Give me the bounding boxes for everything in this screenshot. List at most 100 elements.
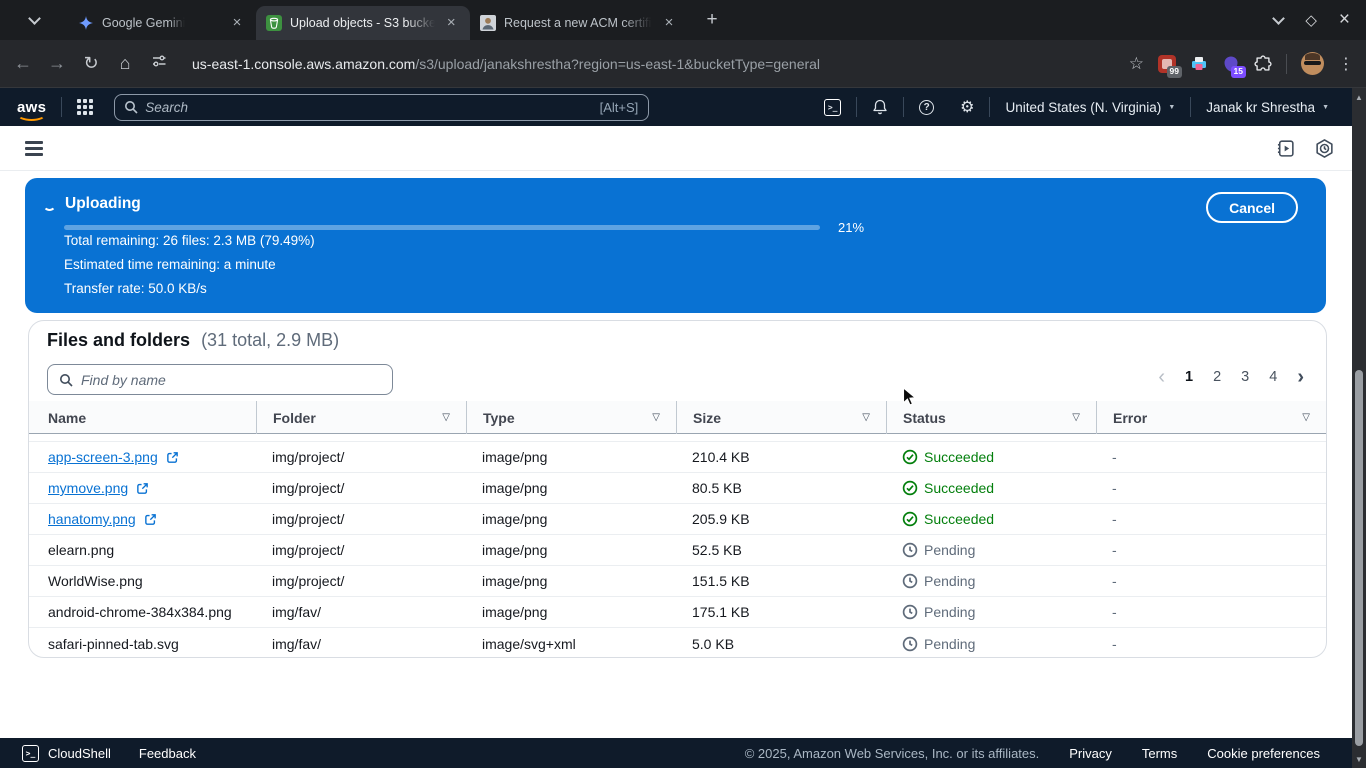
site-settings-icon[interactable] <box>142 53 176 74</box>
profile-avatar[interactable] <box>1301 52 1324 75</box>
scrollbar-thumb[interactable] <box>1355 370 1363 746</box>
extension-icon-2[interactable] <box>1190 55 1208 73</box>
file-name-link[interactable]: app-screen-3.png <box>48 449 158 465</box>
feedback-link[interactable]: Feedback <box>139 746 196 761</box>
privacy-link[interactable]: Privacy <box>1069 746 1112 761</box>
file-name-cell[interactable]: safari-pinned-tab.svg <box>29 636 256 652</box>
url-path: /s3/upload/janakshrestha?region=us-east-… <box>415 56 820 72</box>
filter-icon[interactable]: ▽ <box>1072 412 1080 423</box>
settings-gear-icon[interactable]: ⚙ <box>947 97 987 117</box>
window-close-icon[interactable]: × <box>1339 9 1350 31</box>
close-tab-icon[interactable]: × <box>443 14 460 32</box>
file-name-link[interactable]: mymove.png <box>48 480 128 496</box>
extensions-puzzle-icon[interactable] <box>1254 55 1272 73</box>
browser-menu-icon[interactable]: ⋮ <box>1338 54 1354 74</box>
new-tab-button[interactable]: + <box>698 6 726 34</box>
status-label: Pending <box>924 604 975 620</box>
file-name-cell[interactable]: elearn.png <box>29 542 256 558</box>
status-cell: Pending <box>886 636 1096 652</box>
account-menu[interactable]: Janak kr Shrestha▼ <box>1193 100 1342 115</box>
search-icon <box>124 100 138 114</box>
help-icon[interactable]: ? <box>906 100 947 115</box>
type-cell: image/png <box>466 542 676 558</box>
error-cell: - <box>1096 511 1326 527</box>
folder-cell: img/fav/ <box>256 636 466 652</box>
page-3[interactable]: 3 <box>1241 369 1249 385</box>
tab-google-gemini[interactable]: Google Gemini × <box>68 6 256 40</box>
file-name-link[interactable]: hanatomy.png <box>48 511 136 527</box>
extension-icon-3[interactable]: 15 <box>1222 55 1240 73</box>
file-name-cell[interactable]: hanatomy.png <box>29 511 256 527</box>
tab-acm-certificate[interactable]: Request a new ACM certific × <box>470 6 688 40</box>
status-cell: Succeeded <box>886 511 1096 527</box>
page-1[interactable]: 1 <box>1185 369 1193 385</box>
close-tab-icon[interactable]: × <box>228 14 246 32</box>
folder-cell: img/project/ <box>256 542 466 558</box>
hexagon-clock-icon[interactable] <box>1314 138 1335 164</box>
page-4[interactable]: 4 <box>1269 369 1277 385</box>
file-name-link: android-chrome-384x384.png <box>48 604 232 620</box>
scroll-up-icon[interactable]: ▲ <box>1352 90 1366 104</box>
region-selector[interactable]: United States (N. Virginia)▼ <box>992 100 1188 115</box>
services-grid-icon[interactable] <box>77 99 93 115</box>
table-row: android-chrome-384x384.png img/fav/ imag… <box>29 597 1326 628</box>
aws-search-box[interactable]: [Alt+S] <box>114 94 649 121</box>
type-cell: image/png <box>466 604 676 620</box>
prev-page-icon[interactable]: ‹ <box>1158 370 1165 384</box>
filter-icon[interactable]: ▽ <box>442 412 450 423</box>
extension-icon-1[interactable]: 99 <box>1158 55 1176 73</box>
s3-page-toolbar <box>0 126 1366 171</box>
reload-icon[interactable]: ↻ <box>74 53 108 74</box>
browser-toolbar: ← → ↻ ⌂ us-east-1.console.aws.amazon.com… <box>0 40 1366 88</box>
file-name-cell[interactable]: WorldWise.png <box>29 573 256 589</box>
section-title: Files and folders <box>47 330 190 350</box>
filter-input[interactable] <box>81 372 392 388</box>
cloudshell-icon[interactable]: >_ <box>811 99 854 116</box>
error-cell: - <box>1096 480 1326 496</box>
aws-search-input[interactable] <box>145 100 599 115</box>
file-name-cell[interactable]: mymove.png <box>29 480 256 496</box>
person-favicon-icon <box>480 15 496 31</box>
url-bar[interactable]: us-east-1.console.aws.amazon.com/s3/uplo… <box>192 56 820 72</box>
window-minimize-icon[interactable] <box>1272 12 1285 25</box>
aws-logo[interactable]: aws <box>17 99 46 116</box>
error-cell: - <box>1096 604 1326 620</box>
file-name-cell[interactable]: android-chrome-384x384.png <box>29 604 256 620</box>
home-icon[interactable]: ⌂ <box>108 53 142 74</box>
tab-search-button[interactable] <box>14 3 54 37</box>
filter-icon[interactable]: ▽ <box>862 412 870 423</box>
filter-icon[interactable]: ▽ <box>1302 412 1310 423</box>
cloudshell-footer-button[interactable]: >_ CloudShell <box>22 745 111 762</box>
size-cell: 151.5 KB <box>676 573 886 589</box>
page-scrollbar[interactable]: ▲ ▼ <box>1352 88 1366 768</box>
filter-box[interactable] <box>47 364 393 395</box>
notifications-bell-icon[interactable] <box>859 99 901 115</box>
folder-cell: img/fav/ <box>256 604 466 620</box>
file-name-link: WorldWise.png <box>48 573 143 589</box>
hamburger-menu-icon[interactable] <box>25 141 43 156</box>
status-cell: Pending <box>886 542 1096 558</box>
size-cell: 205.9 KB <box>676 511 886 527</box>
pending-clock-icon <box>902 542 918 558</box>
cloudshell-icon: >_ <box>22 745 39 762</box>
next-page-icon[interactable]: › <box>1297 370 1304 384</box>
close-tab-icon[interactable]: × <box>660 14 678 32</box>
cookie-preferences-link[interactable]: Cookie preferences <box>1207 746 1320 761</box>
status-cell: Succeeded <box>886 480 1096 496</box>
filter-icon[interactable]: ▽ <box>652 412 660 423</box>
forward-icon[interactable]: → <box>40 53 74 74</box>
terms-link[interactable]: Terms <box>1142 746 1177 761</box>
scroll-down-icon[interactable]: ▼ <box>1352 752 1366 766</box>
page-2[interactable]: 2 <box>1213 369 1221 385</box>
tab-title: Upload objects - S3 bucket <box>290 16 435 30</box>
notebook-panel-icon[interactable] <box>1275 138 1296 164</box>
search-shortcut: [Alt+S] <box>600 100 639 115</box>
back-icon[interactable]: ← <box>6 53 40 74</box>
window-maximize-icon[interactable]: ◇ <box>1305 11 1317 29</box>
cancel-upload-button[interactable]: Cancel <box>1206 192 1298 223</box>
pagination: ‹ 1 2 3 4 › <box>1158 369 1304 385</box>
external-link-icon <box>166 451 179 464</box>
file-name-cell[interactable]: app-screen-3.png <box>29 449 256 465</box>
tab-upload-objects[interactable]: Upload objects - S3 bucket × <box>256 6 470 40</box>
bookmark-star-icon[interactable]: ☆ <box>1129 54 1144 74</box>
